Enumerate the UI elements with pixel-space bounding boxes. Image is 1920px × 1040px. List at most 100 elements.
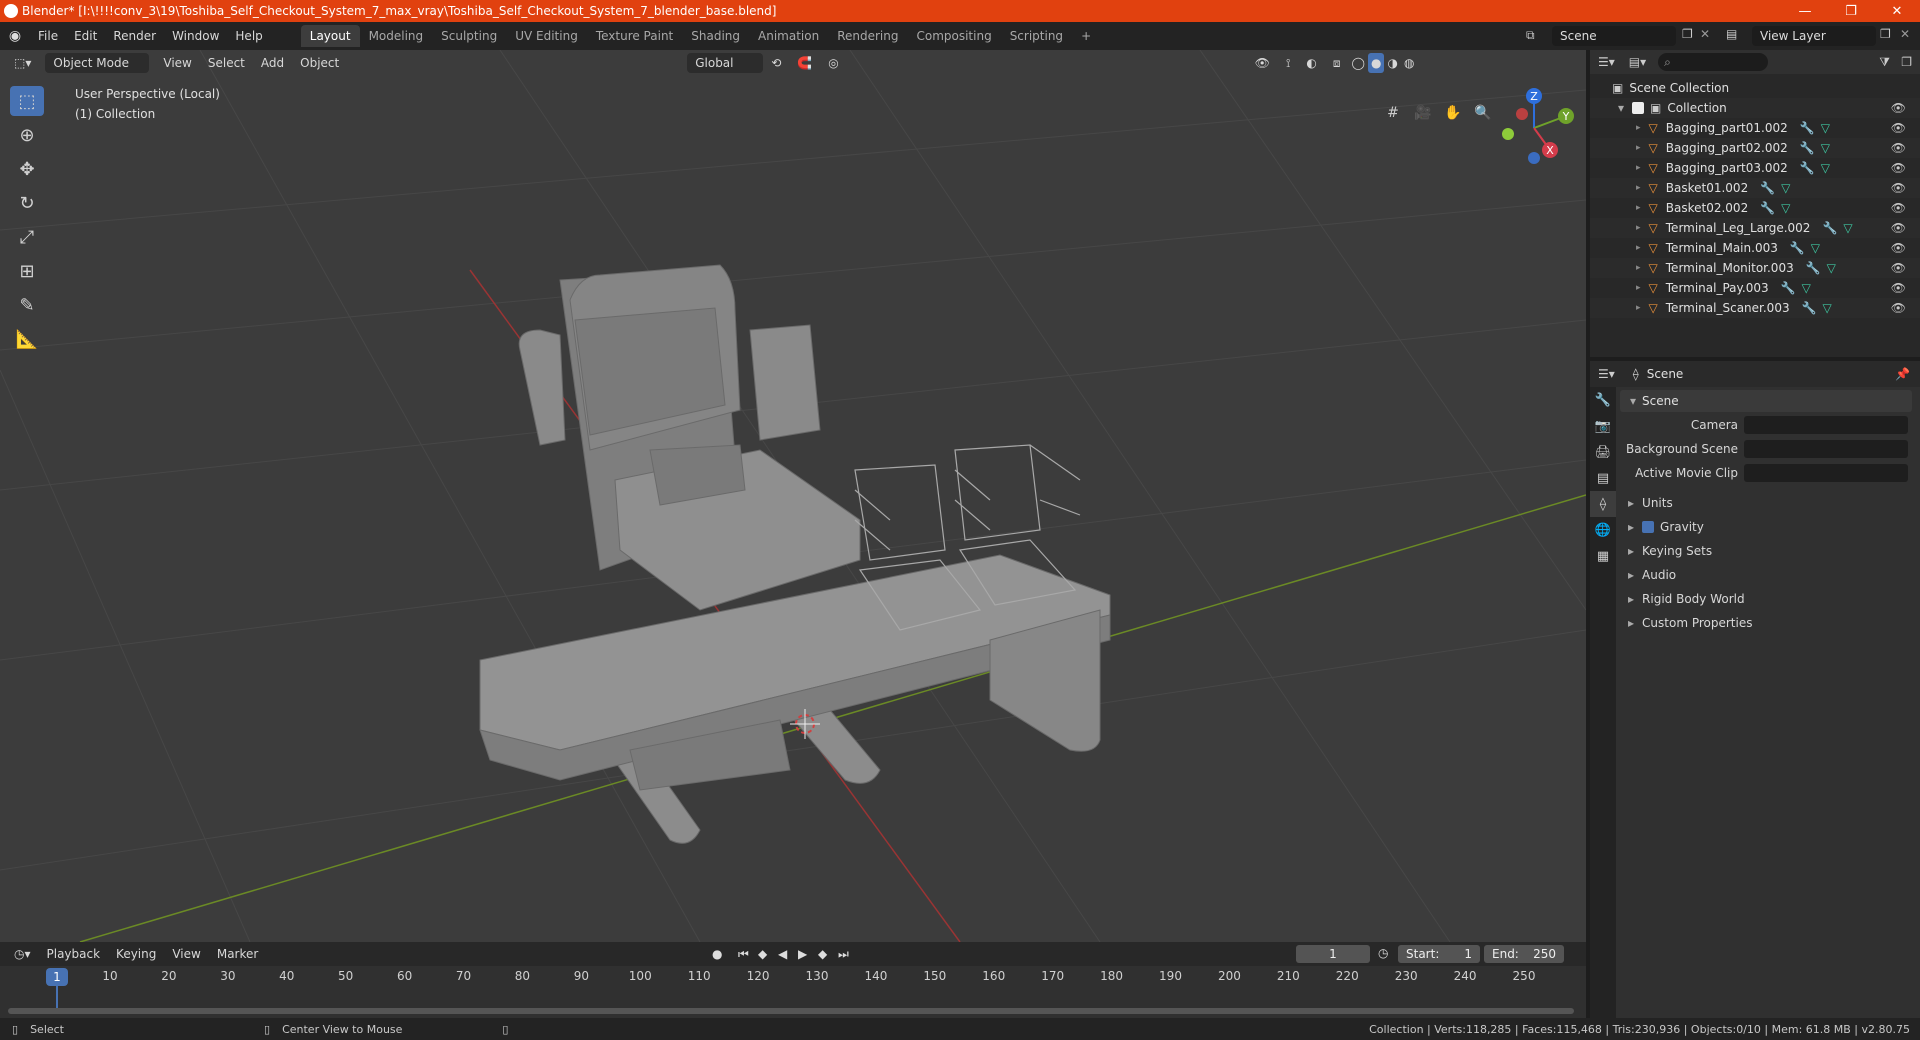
outliner-object-row[interactable]: ▸ ▽ Terminal_Leg_Large.002 🔧 ▽ 👁 — [1590, 218, 1920, 238]
new-scene-icon[interactable]: ❐ — [1682, 27, 1693, 41]
eye-icon[interactable]: 👁 — [1891, 121, 1906, 135]
tool-tab-icon[interactable]: 🔧 — [1590, 387, 1616, 413]
material-shading-icon[interactable]: ◑ — [1384, 53, 1400, 73]
timeline-editor-icon[interactable]: ◷▾ — [6, 944, 39, 964]
eye-icon[interactable]: 👁 — [1891, 241, 1906, 255]
rotate-tool-icon[interactable]: ↻ — [10, 188, 44, 218]
background-scene-field[interactable] — [1744, 440, 1908, 458]
tab-modeling[interactable]: Modeling — [360, 25, 433, 47]
collection-checkbox[interactable] — [1632, 102, 1645, 114]
eye-icon[interactable]: 👁 — [1891, 301, 1906, 315]
eye-icon[interactable]: 👁 — [1891, 161, 1906, 175]
mode-dropdown[interactable]: Object Mode — [45, 53, 150, 73]
play-icon[interactable]: ▶ — [798, 947, 807, 961]
scene-tab-icon[interactable]: ⟠ — [1590, 491, 1616, 517]
outliner-object-row[interactable]: ▸ ▽ Bagging_part01.002 🔧 ▽ 👁 — [1590, 118, 1920, 138]
mesh-data-icon[interactable]: ▽ — [1821, 121, 1830, 135]
modifier-wrench-icon[interactable]: 🔧 — [1790, 241, 1805, 255]
xray-icon[interactable]: ⧈ — [1325, 53, 1349, 73]
menu-object[interactable]: Object — [292, 53, 347, 73]
rigid-body-world-section[interactable]: ▸ Rigid Body World — [1616, 587, 1916, 611]
eye-icon[interactable]: 👁 — [1891, 201, 1906, 215]
pin-icon[interactable]: 📌 — [1895, 367, 1910, 381]
outliner-object-row[interactable]: ▸ ▽ Bagging_part02.002 🔧 ▽ 👁 — [1590, 138, 1920, 158]
tab-scripting[interactable]: Scripting — [1001, 25, 1072, 47]
expand-object-icon[interactable]: ▸ — [1636, 263, 1641, 273]
prev-keyframe-icon[interactable]: ◆ — [758, 947, 767, 961]
outliner-search-input[interactable]: ⌕ — [1658, 53, 1769, 71]
checkout-model[interactable] — [479, 264, 1111, 844]
viewport-scene[interactable] — [0, 50, 1586, 942]
modifier-wrench-icon[interactable]: 🔧 — [1800, 141, 1815, 155]
scale-tool-icon[interactable]: ⤢ — [10, 222, 44, 252]
annotate-tool-icon[interactable]: ✎ — [10, 290, 44, 320]
tab-rendering[interactable]: Rendering — [828, 25, 907, 47]
current-frame-field[interactable]: 1 — [1296, 945, 1370, 963]
cursor-tool-icon[interactable]: ⊕ — [10, 120, 44, 150]
modifier-wrench-icon[interactable]: 🔧 — [1800, 161, 1815, 175]
remove-scene-icon[interactable]: ✕ — [1700, 27, 1710, 41]
remove-view-layer-icon[interactable]: ✕ — [1900, 27, 1910, 41]
display-mode-icon[interactable]: ▤▾ — [1623, 55, 1652, 69]
modifier-wrench-icon[interactable]: 🔧 — [1800, 121, 1815, 135]
outliner-object-row[interactable]: ▸ ▽ Bagging_part03.002 🔧 ▽ 👁 — [1590, 158, 1920, 178]
scene-panel-header[interactable]: ▾ Scene — [1620, 390, 1912, 412]
current-frame-indicator[interactable]: 1 — [46, 968, 68, 986]
new-collection-icon[interactable]: ❐ — [1901, 55, 1912, 69]
custom-properties-section[interactable]: ▸ Custom Properties — [1616, 611, 1916, 635]
jump-start-icon[interactable]: ⏮ — [738, 947, 749, 962]
active-movie-clip-field[interactable] — [1744, 464, 1908, 482]
view-layer-tab-icon[interactable]: ▤ — [1590, 465, 1616, 491]
jump-end-icon[interactable]: ⏭ — [838, 947, 849, 962]
outliner-object-row[interactable]: ▸ ▽ Terminal_Scaner.003 🔧 ▽ 👁 — [1590, 298, 1920, 318]
scene-field[interactable]: Scene — [1552, 26, 1676, 46]
start-frame-field[interactable]: Start: 1 — [1398, 945, 1480, 963]
pivot-icon[interactable]: ⟲ — [763, 53, 789, 73]
mesh-data-icon[interactable]: ▽ — [1843, 221, 1852, 235]
collection-row[interactable]: ▾ ▣ Collection 👁 — [1590, 98, 1920, 118]
eye-icon[interactable]: 👁 — [1891, 101, 1906, 115]
menu-playback[interactable]: Playback — [39, 944, 109, 964]
overlays-icon[interactable]: ◐ — [1298, 53, 1324, 73]
play-reverse-icon[interactable]: ◀ — [778, 947, 787, 961]
add-workspace-button[interactable]: + — [1072, 25, 1100, 47]
menu-keying[interactable]: Keying — [108, 944, 164, 964]
texture-tab-icon[interactable]: ▦ — [1590, 543, 1616, 569]
maximize-button[interactable]: ❐ — [1828, 0, 1874, 22]
mesh-data-icon[interactable]: ▽ — [1821, 161, 1830, 175]
snap-icon[interactable]: 🧲 — [789, 53, 820, 73]
tab-shading[interactable]: Shading — [682, 25, 749, 47]
timeline-scrollbar[interactable] — [8, 1008, 1574, 1014]
eye-icon[interactable]: 👁 — [1891, 141, 1906, 155]
rendered-shading-icon[interactable]: ◍ — [1401, 53, 1417, 73]
eye-icon[interactable]: 👁 — [1891, 181, 1906, 195]
gizmo-toggle-icon[interactable]: ⟟ — [1278, 53, 1298, 73]
wireframe-shading-icon[interactable]: ◯ — [1349, 53, 1368, 73]
menu-window[interactable]: Window — [164, 25, 227, 47]
camera-view-icon[interactable]: 🎥 — [1410, 100, 1436, 126]
zoom-view-icon[interactable]: 🔍 — [1470, 100, 1496, 126]
gravity-checkbox[interactable] — [1642, 521, 1655, 533]
proportional-edit-icon[interactable]: ◎ — [820, 53, 846, 73]
menu-select[interactable]: Select — [200, 53, 253, 73]
expand-object-icon[interactable]: ▸ — [1636, 123, 1641, 133]
eye-icon[interactable]: 👁 — [1891, 281, 1906, 295]
tab-layout[interactable]: Layout — [300, 25, 360, 47]
measure-tool-icon[interactable]: 📐 — [10, 324, 44, 354]
menu-marker[interactable]: Marker — [209, 944, 266, 964]
menu-timeline-view[interactable]: View — [164, 944, 208, 964]
render-tab-icon[interactable]: 📷 — [1590, 413, 1616, 439]
menu-render[interactable]: Render — [105, 25, 164, 47]
transform-orientation-dropdown[interactable]: Global — [687, 53, 764, 73]
mesh-data-icon[interactable]: ▽ — [1821, 141, 1830, 155]
visibility-icon[interactable]: 👁 — [1247, 53, 1278, 73]
tab-uv-editing[interactable]: UV Editing — [506, 25, 587, 47]
menu-add[interactable]: Add — [253, 53, 292, 73]
audio-section[interactable]: ▸ Audio — [1616, 563, 1916, 587]
world-tab-icon[interactable]: 🌐 — [1590, 517, 1616, 543]
mesh-data-icon[interactable]: ▽ — [1811, 241, 1820, 255]
expand-object-icon[interactable]: ▸ — [1636, 163, 1641, 173]
outliner-object-row[interactable]: ▸ ▽ Terminal_Pay.003 🔧 ▽ 👁 — [1590, 278, 1920, 298]
close-button[interactable]: ✕ — [1874, 0, 1920, 22]
mesh-data-icon[interactable]: ▽ — [1781, 181, 1790, 195]
